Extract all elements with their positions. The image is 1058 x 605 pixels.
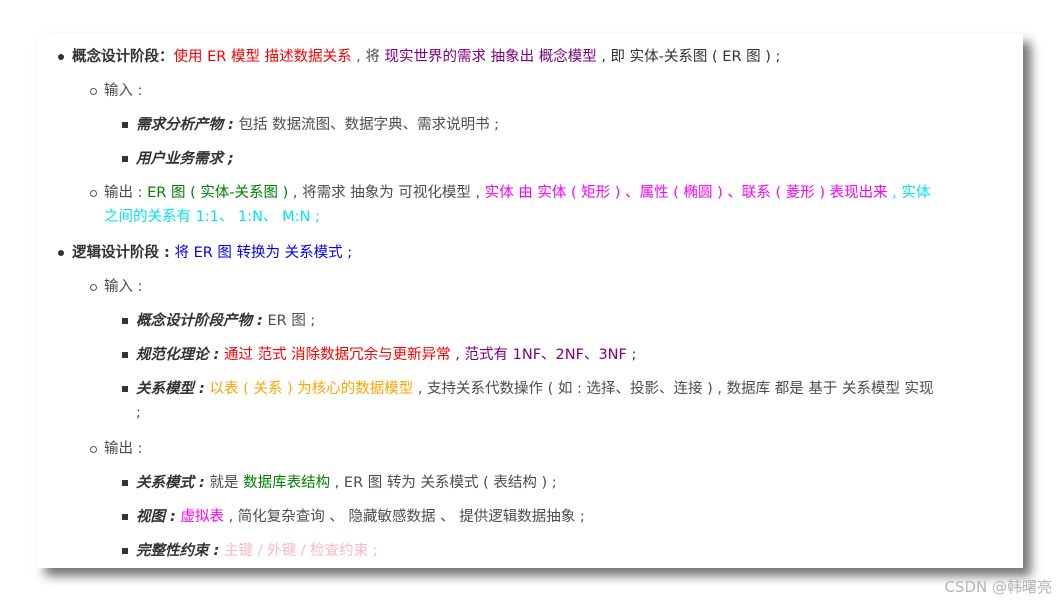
subsubitem-integrity: 完整性约束 : 主键 / 外键 / 检查约束 ; xyxy=(136,540,378,562)
item-title: 规范化理论 : xyxy=(136,347,220,363)
item-title: 概念设计阶段： xyxy=(72,49,174,65)
item-title: 需求分析产物 : xyxy=(136,117,234,133)
item-text: , 支持关系代数操作 ( 如 : 选择、投影、连接 ) , 数据库 都是 基于 … xyxy=(413,381,934,397)
item-title: 视图 : xyxy=(136,509,176,525)
bullet-disc xyxy=(58,250,64,256)
item-text: 输入 : xyxy=(104,279,143,295)
subsubitem-business: 用户业务需求 ; xyxy=(136,148,234,170)
item-title: 关系模型 : xyxy=(136,381,205,397)
item-text: 通过 范式 消除数据冗余与更新异常 xyxy=(219,347,451,363)
item-title: 关系模式 : xyxy=(136,475,205,491)
item-text: 使用 ER 模型 描述数据关系 xyxy=(173,49,352,65)
item-text: 实体 由 实体 ( 矩形 ) 、属性 ( 椭圆 ) 、联系 ( 菱形 ) 表现出… xyxy=(484,185,888,201)
bullet-circle xyxy=(90,284,97,291)
bullet-square xyxy=(122,548,128,554)
item-title: 完整性约束 : xyxy=(136,543,220,559)
item-text: , 即 实体-关系图 ( ER 图 ) ; xyxy=(596,49,781,65)
item-text: 以表 ( 关系 ) 为核心的数据模型 xyxy=(204,381,414,397)
subsubitem-view: 视图 : 虚拟表 , 简化复杂查询 、 隐藏敏感数据 、 提供逻辑数据抽象 ; xyxy=(136,506,585,528)
bullet-circle xyxy=(90,88,97,95)
subsubitem-concept-product: 概念设计阶段产物 : ER 图 ; xyxy=(136,310,315,332)
item-text: , 将需求 抽象为 可视化模型 , xyxy=(288,185,485,201)
subsubitem-normalization: 规范化理论 : 通过 范式 消除数据冗余与更新异常 , 范式有 1NF、2NF、… xyxy=(136,344,636,366)
item-text: , ER 图 转为 关系模式 ( 表结构 ) ; xyxy=(330,475,557,491)
subitem-input: 输入 : xyxy=(104,276,143,298)
bullet-disc xyxy=(58,54,64,60)
subitem-output: 输出 : ER 图 ( 实体-关系图 ) , 将需求 抽象为 可视化模型 , 实… xyxy=(104,182,931,204)
item-text: ; xyxy=(342,245,353,261)
item-conceptual-design: 概念设计阶段：使用 ER 模型 描述数据关系 , 将 现实世界的需求 抽象出 概… xyxy=(72,46,780,68)
bullet-square xyxy=(122,318,128,324)
item-title: 用户业务需求 ; xyxy=(136,151,234,167)
item-text: 输入 : xyxy=(104,83,143,99)
item-text: 就是 xyxy=(204,475,244,491)
bullet-square xyxy=(122,352,128,358)
subsubitem-relational-model: 关系模型 : 以表 ( 关系 ) 为核心的数据模型 , 支持关系代数操作 ( 如… xyxy=(136,378,934,400)
item-text: 主键 / 外键 / 检查约束 ; xyxy=(219,543,378,559)
content-card: 概念设计阶段：使用 ER 模型 描述数据关系 , 将 现实世界的需求 抽象出 概… xyxy=(37,34,1023,568)
item-text: 之间的关系有 1:1、 1:N、 M:N ; xyxy=(104,209,320,225)
subsubitem-relation-schema: 关系模式 : 就是 数据库表结构 , ER 图 转为 关系模式 ( 表结构 ) … xyxy=(136,472,557,494)
item-text: ER 图 ; xyxy=(262,313,316,329)
item-text: 虚拟表 xyxy=(175,509,224,525)
item-logical-design: 逻辑设计阶段 : 将 ER 图 转换为 关系模式 ; xyxy=(72,242,352,264)
subsubitem-relational-model-cont: ; xyxy=(136,402,141,424)
bullet-circle xyxy=(90,446,97,453)
subitem-output-cont: 之间的关系有 1:1、 1:N、 M:N ; xyxy=(104,206,320,228)
item-text: 输出 : xyxy=(104,441,143,457)
item-text: 数据库表结构 xyxy=(243,475,331,491)
item-text: 现实世界的需求 抽象出 概念模型 xyxy=(384,49,597,65)
subsubitem-requirements: 需求分析产物 : 包括 数据流图、数据字典、需求说明书 ; xyxy=(136,114,499,136)
item-title: 逻辑设计阶段 : xyxy=(72,245,170,261)
item-text: , 简化复杂查询 、 隐藏敏感数据 、 提供逻辑数据抽象 ; xyxy=(223,509,585,525)
bullet-square xyxy=(122,122,128,128)
item-text: 实体 xyxy=(901,185,931,201)
item-text: , xyxy=(887,185,902,201)
bullet-circle xyxy=(90,190,97,197)
bullet-square xyxy=(122,514,128,520)
bullet-square xyxy=(122,480,128,486)
item-text: 将 ER 图 转换为 关系模式 xyxy=(169,245,343,261)
item-text: 包括 数据流图、数据字典、需求说明书 ; xyxy=(233,117,500,133)
subitem-output: 输出 : xyxy=(104,438,143,460)
watermark: CSDN @韩曙亮 xyxy=(944,578,1052,596)
subitem-input: 输入 : xyxy=(104,80,143,102)
item-text: , 将 xyxy=(351,49,385,65)
item-text: , 范式有 1NF、2NF、3NF ; xyxy=(450,347,637,363)
bullet-square xyxy=(122,156,128,162)
item-title: 概念设计阶段产物 : xyxy=(136,313,263,329)
bullet-square xyxy=(122,386,128,392)
item-text: 输出 : xyxy=(104,185,148,201)
item-text: ; xyxy=(136,405,141,421)
item-text: ER 图 ( 实体-关系图 ) xyxy=(147,185,289,201)
